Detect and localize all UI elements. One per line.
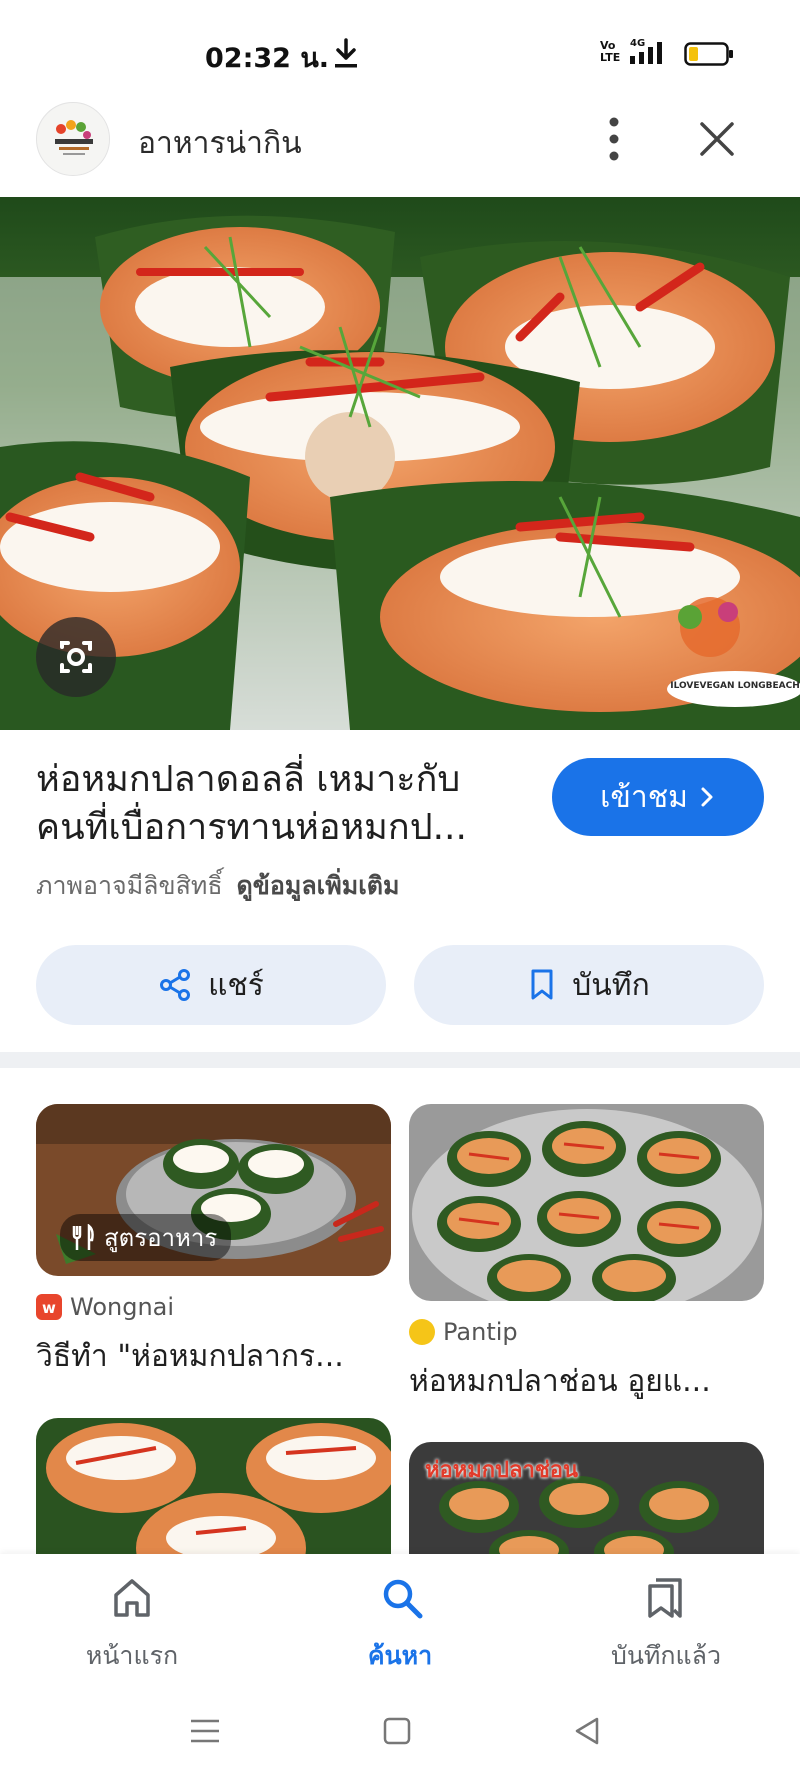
utensils-icon — [72, 1223, 94, 1250]
bookmark-icon — [531, 969, 553, 1000]
section-divider — [0, 1052, 800, 1068]
visit-label: เข้าชม — [600, 779, 688, 815]
pantip-icon — [409, 1319, 435, 1345]
result-photo-2 — [409, 1104, 764, 1301]
share-label: แชร์ — [208, 967, 264, 1003]
hor-mok-photo — [0, 197, 800, 730]
wongnai-icon: w — [36, 1294, 62, 1320]
share-button[interactable]: แชร์ — [36, 945, 386, 1025]
more-info-link[interactable]: ดูข้อมูลเพิ่มเติม — [237, 871, 400, 900]
close-icon[interactable] — [694, 116, 740, 162]
result-image-4[interactable]: ห่อหมกปลาช่อน — [409, 1442, 764, 1554]
save-button[interactable]: บันทึก — [414, 945, 764, 1025]
nav-search-label: ค้นหา — [367, 1641, 433, 1670]
status-bar: 02:32 น. Vo LTE 4G — [0, 0, 800, 100]
lens-icon — [60, 641, 92, 673]
result-overlay-text: ห่อหมกปลาช่อน — [425, 1458, 579, 1483]
nav-home[interactable]: หน้าแรก — [32, 1554, 232, 1688]
svg-text:4G: 4G — [630, 38, 645, 49]
board-title: อาหารน่ากิน — [138, 126, 302, 161]
result-title-2[interactable]: ห่อหมกปลาช่อน อูยแ... — [409, 1358, 711, 1405]
volte-indicator: Vo LTE — [600, 39, 621, 64]
recent-apps-icon[interactable] — [188, 1716, 222, 1746]
recipe-tag: สูตรอาหาร — [60, 1214, 232, 1261]
result-source-name-2: Pantip — [443, 1318, 518, 1346]
search-icon — [383, 1579, 423, 1619]
bottom-nav: หน้าแรก ค้นหา บันทึกแล้ว — [0, 1554, 800, 1688]
result-title-1[interactable]: วิธีทำ "ห่อหมกปลากร... — [36, 1333, 344, 1380]
signal-icon: 4G — [630, 38, 662, 64]
more-options-icon[interactable] — [596, 112, 632, 166]
status-time: 02:32 น. — [205, 43, 330, 74]
board-avatar[interactable] — [36, 102, 110, 176]
result-photo-3 — [36, 1418, 391, 1554]
result-image-3[interactable] — [36, 1418, 391, 1554]
back-icon[interactable] — [572, 1715, 602, 1747]
nav-home-label: หน้าแรก — [85, 1641, 179, 1670]
nav-search[interactable]: ค้นหา — [300, 1554, 500, 1688]
svg-text:w: w — [42, 1299, 56, 1317]
hero-watermark: ILOVEVEGAN LONGBEACH — [670, 681, 800, 691]
pin-title: ห่อหมกปลาดอลลี่ เหมาะกับคนที่เบื่อการทาน… — [36, 759, 467, 848]
bookmarks-icon — [648, 1578, 682, 1618]
home-system-icon[interactable] — [382, 1716, 412, 1746]
result-source-2: Pantip — [409, 1318, 518, 1346]
header: อาหารน่ากิน — [0, 100, 800, 196]
lens-button[interactable] — [36, 617, 116, 697]
system-nav-bar — [0, 1688, 800, 1778]
copyright-text: ภาพอาจมีลิขสิทธิ์ — [36, 871, 223, 900]
result-image-2[interactable] — [409, 1104, 764, 1301]
nav-saved[interactable]: บันทึกแล้ว — [566, 1554, 766, 1688]
save-label: บันทึก — [572, 967, 650, 1003]
share-icon — [160, 969, 191, 1001]
nav-saved-label: บันทึกแล้ว — [610, 1641, 722, 1670]
avatar-logo-icon — [37, 103, 109, 175]
visit-button[interactable]: เข้าชม — [552, 758, 764, 836]
chevron-right-icon — [701, 787, 713, 807]
result-source-1: w Wongnai — [36, 1293, 174, 1321]
hero-image[interactable]: ILOVEVEGAN LONGBEACH — [0, 197, 800, 730]
recipe-tag-label: สูตรอาหาร — [104, 1224, 218, 1252]
download-icon — [335, 38, 357, 68]
battery-icon — [684, 42, 733, 66]
result-source-name-1: Wongnai — [70, 1293, 175, 1321]
copyright-notice: ภาพอาจมีลิขสิทธิ์ ดูข้อมูลเพิ่มเติม — [36, 866, 399, 906]
result-image-1[interactable]: สูตรอาหาร — [36, 1104, 391, 1276]
home-icon — [114, 1579, 150, 1617]
